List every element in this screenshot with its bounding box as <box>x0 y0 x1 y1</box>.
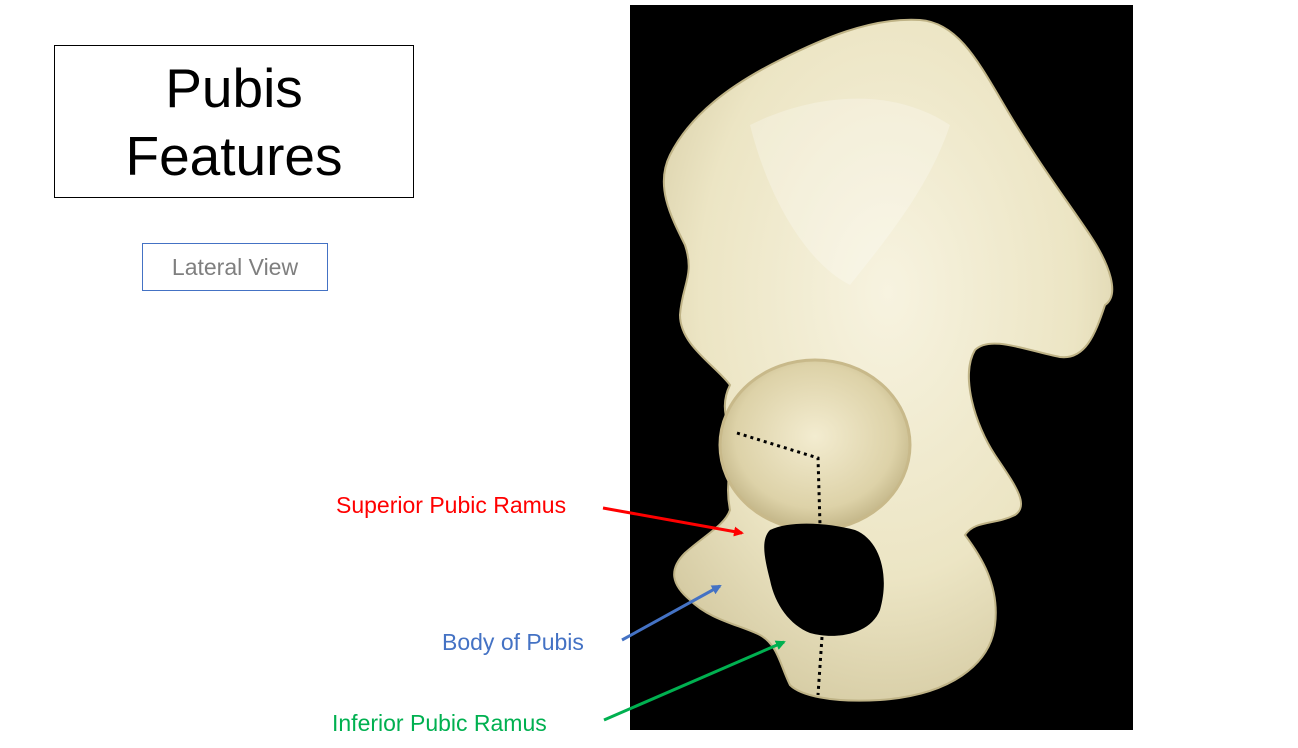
annotation-arrows <box>602 506 786 722</box>
body-of-pubis-arrow <box>621 584 722 642</box>
body-of-pubis-label: Body of Pubis <box>442 629 584 655</box>
inferior-pubic-ramus-label: Inferior Pubic Ramus <box>332 710 547 736</box>
superior-pubic-ramus-label: Superior Pubic Ramus <box>336 492 567 518</box>
superior-pubic-ramus-arrow <box>602 506 744 537</box>
inferior-pubic-ramus-arrow <box>603 640 786 722</box>
